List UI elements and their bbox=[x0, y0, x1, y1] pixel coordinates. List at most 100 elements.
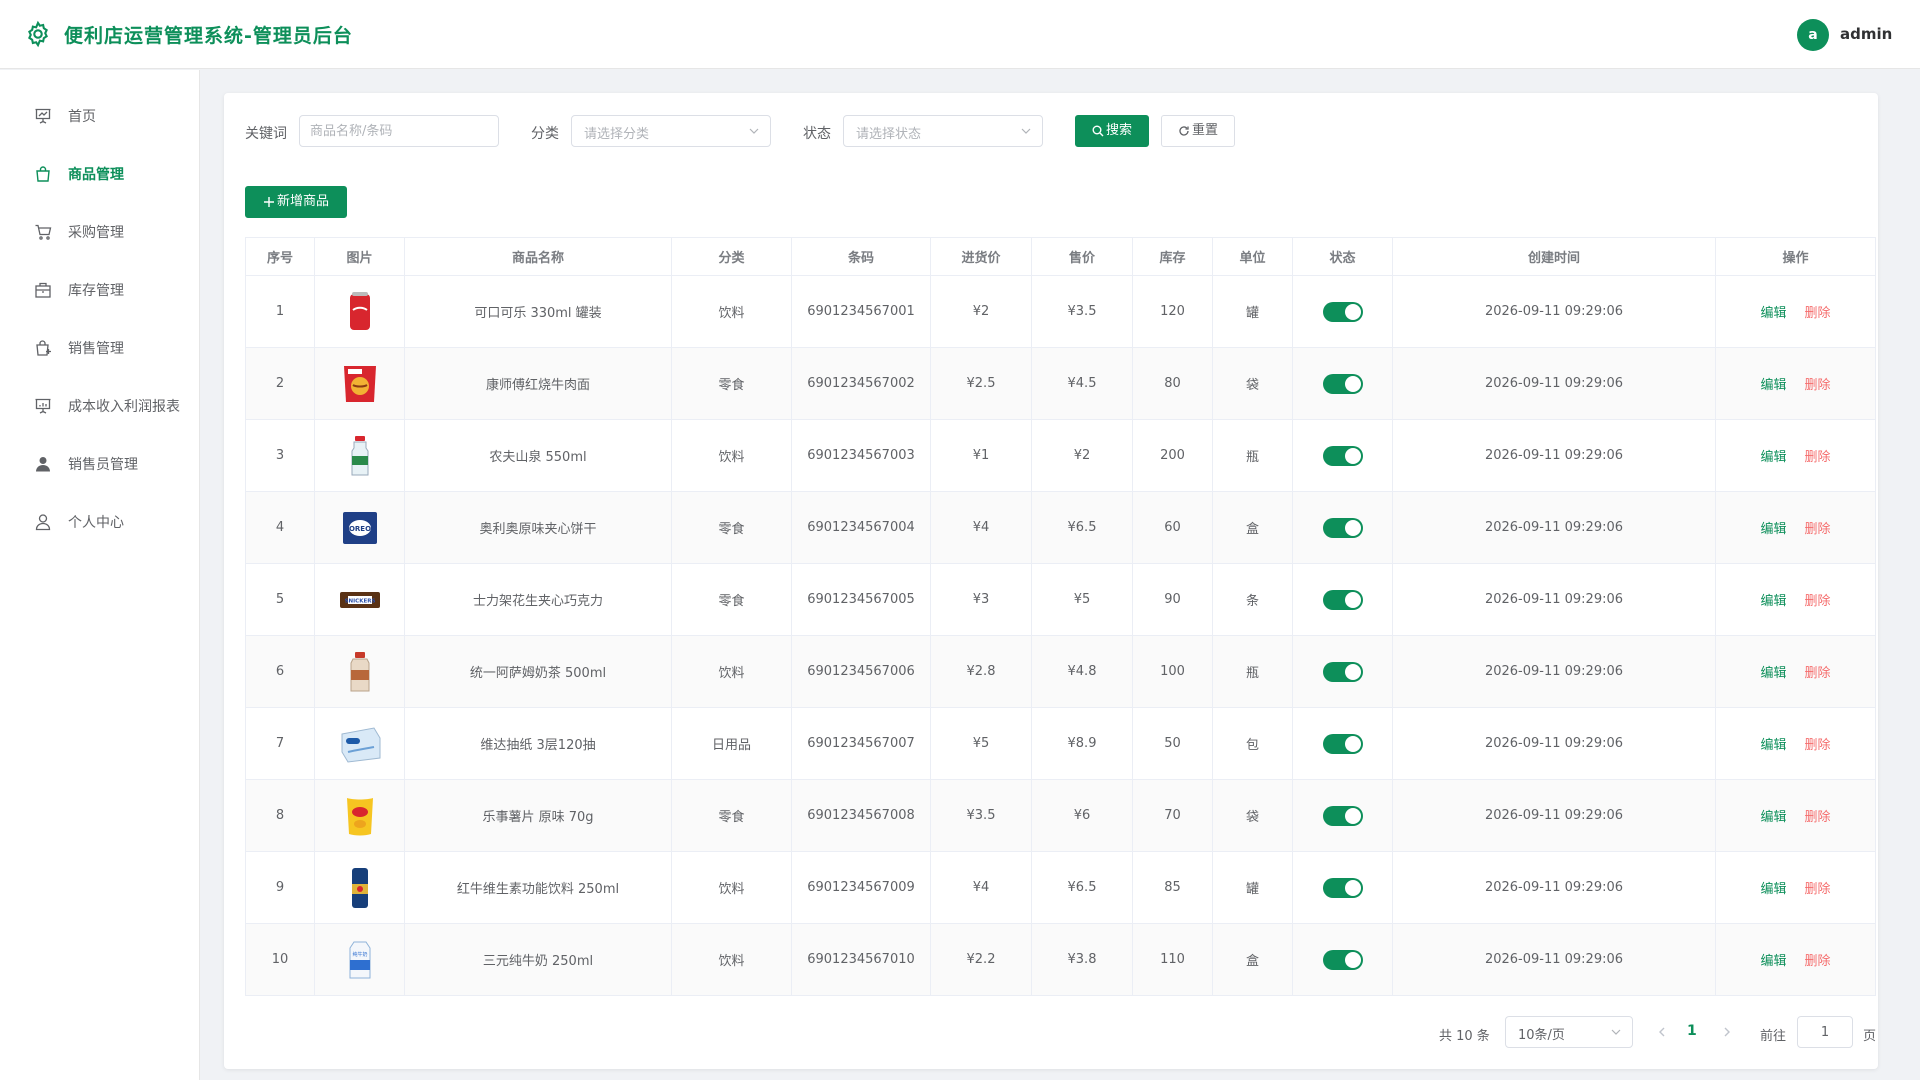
cell-stock: 80 bbox=[1132, 347, 1213, 420]
plus-icon bbox=[263, 197, 274, 207]
edit-button[interactable]: 编辑 bbox=[1760, 954, 1786, 969]
col-header-name: 商品名称 bbox=[404, 237, 672, 276]
edit-button[interactable]: 编辑 bbox=[1760, 522, 1786, 537]
sidebar-item-purchase[interactable]: 采购管理 bbox=[0, 203, 199, 261]
col-header-image: 图片 bbox=[314, 237, 405, 276]
product-thumbnail bbox=[341, 726, 380, 763]
status-toggle[interactable] bbox=[1322, 373, 1363, 394]
cell-cost: ¥5 bbox=[930, 707, 1032, 780]
status-toggle[interactable] bbox=[1322, 445, 1363, 466]
cell-barcode: 6901234567007 bbox=[791, 707, 931, 780]
page-size-select[interactable]: 10条/页 bbox=[1505, 1016, 1633, 1048]
category-select[interactable]: 请选择分类 bbox=[571, 115, 771, 147]
cell-status bbox=[1292, 923, 1393, 996]
cell-image bbox=[314, 635, 405, 708]
edit-button[interactable]: 编辑 bbox=[1760, 666, 1786, 681]
svg-text:SNICKERS: SNICKERS bbox=[344, 598, 375, 604]
status-toggle[interactable] bbox=[1322, 877, 1363, 898]
delete-button[interactable]: 删除 bbox=[1805, 954, 1831, 969]
table-row: 4 OREO 奥利奥原味夹心饼干 零食 6901234567004 ¥4 ¥6.5 60 盒 20… bbox=[245, 491, 1876, 564]
sidebar-item-label: 销售员管理 bbox=[68, 457, 138, 473]
status-toggle[interactable] bbox=[1322, 805, 1363, 826]
chevron-right-icon[interactable] bbox=[1719, 1022, 1735, 1042]
cell-stock: 120 bbox=[1132, 275, 1213, 348]
goto-label: 前往 bbox=[1760, 1029, 1787, 1044]
search-button[interactable]: 搜索 bbox=[1075, 115, 1149, 147]
edit-button[interactable]: 编辑 bbox=[1760, 306, 1786, 321]
delete-button[interactable]: 删除 bbox=[1805, 810, 1831, 825]
status-label: 状态 bbox=[803, 126, 831, 142]
status-toggle[interactable] bbox=[1322, 589, 1363, 610]
cell-image: SNICKERS bbox=[314, 563, 405, 636]
svg-text:纯牛奶: 纯牛奶 bbox=[352, 951, 367, 958]
cell-created: 2026-09-11 09:29:06 bbox=[1392, 923, 1716, 996]
status-toggle[interactable] bbox=[1322, 517, 1363, 538]
cell-created: 2026-09-11 09:29:06 bbox=[1392, 419, 1716, 492]
sidebar-item-profile[interactable]: 个人中心 bbox=[0, 493, 199, 551]
app-title: 便利店运营管理系统-管理员后台 bbox=[64, 25, 353, 47]
user-icon bbox=[35, 514, 51, 531]
cell-price: ¥3.8 bbox=[1031, 923, 1133, 996]
col-header-created: 创建时间 bbox=[1392, 237, 1716, 276]
cell-name: 士力架花生夹心巧克力 bbox=[404, 563, 672, 636]
cell-price: ¥4.8 bbox=[1031, 635, 1133, 708]
cell-index: 5 bbox=[245, 563, 315, 636]
delete-button[interactable]: 删除 bbox=[1805, 378, 1831, 393]
cell-created: 2026-09-11 09:29:06 bbox=[1392, 779, 1716, 852]
cell-status bbox=[1292, 851, 1393, 924]
sidebar-item-report[interactable]: 成本收入利润报表 bbox=[0, 377, 199, 435]
table-row: 8 乐事薯片 原味 70g 零食 6901234567008 ¥3.5 ¥6 70 袋 2026… bbox=[245, 779, 1876, 852]
product-thumbnail bbox=[346, 797, 373, 835]
delete-button[interactable]: 删除 bbox=[1805, 594, 1831, 609]
shopping-bag-plus-icon bbox=[36, 340, 51, 356]
cell-barcode: 6901234567003 bbox=[791, 419, 931, 492]
cell-actions: 编辑 删除 bbox=[1715, 563, 1876, 636]
avatar[interactable]: a bbox=[1797, 19, 1829, 51]
edit-button[interactable]: 编辑 bbox=[1760, 810, 1786, 825]
delete-button[interactable]: 删除 bbox=[1805, 882, 1831, 897]
reset-button[interactable]: 重置 bbox=[1161, 115, 1235, 147]
col-header-unit: 单位 bbox=[1212, 237, 1293, 276]
delete-button[interactable]: 删除 bbox=[1805, 306, 1831, 321]
sidebar-item-products[interactable]: 商品管理 bbox=[0, 145, 199, 203]
edit-button[interactable]: 编辑 bbox=[1760, 450, 1786, 465]
sidebar-item-salesperson[interactable]: 销售员管理 bbox=[0, 435, 199, 493]
cell-status bbox=[1292, 491, 1393, 564]
sidebar-item-home[interactable]: 首页 bbox=[0, 87, 199, 145]
cell-price: ¥5 bbox=[1031, 563, 1133, 636]
cell-image bbox=[314, 707, 405, 780]
delete-button[interactable]: 删除 bbox=[1805, 522, 1831, 537]
cell-status bbox=[1292, 563, 1393, 636]
delete-button[interactable]: 删除 bbox=[1805, 666, 1831, 681]
edit-button[interactable]: 编辑 bbox=[1760, 378, 1786, 393]
cell-status bbox=[1292, 275, 1393, 348]
edit-button[interactable]: 编辑 bbox=[1760, 882, 1786, 897]
chevron-left-icon[interactable] bbox=[1654, 1022, 1670, 1042]
cell-price: ¥6.5 bbox=[1031, 851, 1133, 924]
status-select[interactable]: 请选择状态 bbox=[843, 115, 1043, 147]
delete-button[interactable]: 删除 bbox=[1805, 738, 1831, 753]
keyword-input[interactable] bbox=[299, 115, 499, 147]
page-number-current[interactable]: 1 bbox=[1687, 1023, 1697, 1039]
cell-actions: 编辑 删除 bbox=[1715, 275, 1876, 348]
status-toggle[interactable] bbox=[1322, 301, 1363, 322]
cell-status bbox=[1292, 347, 1393, 420]
product-thumbnail bbox=[349, 291, 370, 330]
search-button-label: 搜索 bbox=[1105, 123, 1132, 138]
product-table: 序号 图片 商品名称 分类 条码 进货价 售价 库存 单位 状态 创建时间 操作… bbox=[245, 237, 1876, 996]
edit-button[interactable]: 编辑 bbox=[1760, 738, 1786, 753]
status-toggle[interactable] bbox=[1322, 661, 1363, 682]
add-product-button[interactable]: 新增商品 bbox=[245, 186, 347, 218]
goto-page-input[interactable] bbox=[1797, 1016, 1853, 1048]
status-toggle[interactable] bbox=[1322, 733, 1363, 754]
delete-button[interactable]: 删除 bbox=[1805, 450, 1831, 465]
status-toggle[interactable] bbox=[1322, 949, 1363, 970]
sidebar-item-sales[interactable]: 销售管理 bbox=[0, 319, 199, 377]
sidebar-item-inventory[interactable]: 库存管理 bbox=[0, 261, 199, 319]
cell-status bbox=[1292, 779, 1393, 852]
user-name[interactable]: admin bbox=[1840, 25, 1892, 43]
edit-button[interactable]: 编辑 bbox=[1760, 594, 1786, 609]
cell-index: 6 bbox=[245, 635, 315, 708]
cell-unit: 包 bbox=[1212, 707, 1293, 780]
cell-image bbox=[314, 419, 405, 492]
